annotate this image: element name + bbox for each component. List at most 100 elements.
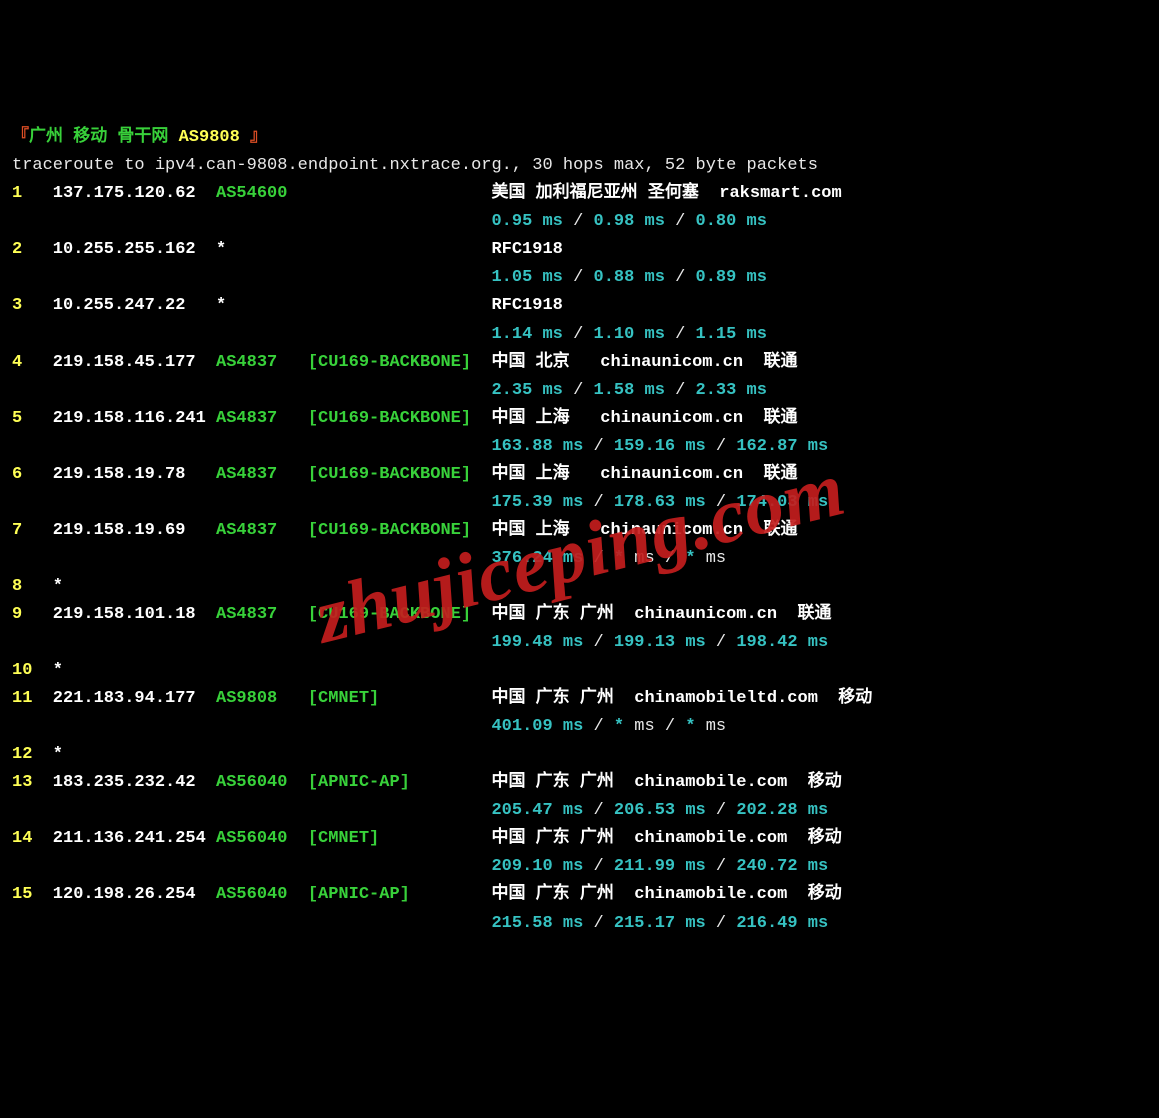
hop-location: 中国 上海 chinaunicom.cn 联通 <box>491 521 797 540</box>
hop-timeout-star: * <box>53 745 63 764</box>
timing-separator: / <box>583 493 614 512</box>
timing-separator: / <box>655 717 686 736</box>
hop-row: 9219.158.101.18AS4837[CU169-BACKBONE]中国 … <box>12 601 1147 629</box>
timing-value: 0.80 ms <box>696 212 767 231</box>
timing-separator: / <box>706 493 737 512</box>
hop-asn-star: * <box>216 292 308 320</box>
hop-timing-row: 163.88 ms / 159.16 ms / 162.87 ms <box>12 433 1147 461</box>
hop-network: [APNIC-AP] <box>308 881 492 909</box>
timing-separator: / <box>665 212 696 231</box>
timing-value: 1.05 ms <box>491 268 562 287</box>
hop-number: 15 <box>12 881 53 909</box>
hop-network: [CU169-BACKBONE] <box>308 517 492 545</box>
output-line: 『广州 移动 骨干网 AS9808 』 <box>12 124 1147 152</box>
timing-star: * <box>614 717 624 736</box>
title-part: 移动 <box>73 128 107 147</box>
hop-row: 210.255.255.162*RFC1918 <box>12 236 1147 264</box>
hop-network: [CU169-BACKBONE] <box>308 349 492 377</box>
timing-star: * <box>685 717 695 736</box>
hop-number: 6 <box>12 461 53 489</box>
timing-value: 0.95 ms <box>491 212 562 231</box>
hop-asn: AS54600 <box>216 180 308 208</box>
hop-location: 中国 北京 chinaunicom.cn 联通 <box>491 353 797 372</box>
timing-value: 215.17 ms <box>614 914 706 933</box>
hop-asn: AS56040 <box>216 881 308 909</box>
timing-value: 162.87 ms <box>736 437 828 456</box>
timing-value: 209.10 ms <box>491 857 583 876</box>
timing-separator: / <box>665 268 696 287</box>
hop-asn: AS9808 <box>216 685 308 713</box>
hop-timing-row: 209.10 ms / 211.99 ms / 240.72 ms <box>12 853 1147 881</box>
hop-ip: 211.136.241.254 <box>53 825 216 853</box>
timing-unit: ms <box>624 549 655 568</box>
timing-value: 216.49 ms <box>736 914 828 933</box>
hop-ip: 219.158.45.177 <box>53 349 216 377</box>
hop-row: 310.255.247.22*RFC1918 <box>12 292 1147 320</box>
hop-timing-row: 175.39 ms / 178.63 ms / 174.03 ms <box>12 489 1147 517</box>
timing-value: 2.35 ms <box>491 381 562 400</box>
hop-row: 14211.136.241.254AS56040[CMNET]中国 广东 广州 … <box>12 825 1147 853</box>
hop-row: 15120.198.26.254AS56040[APNIC-AP]中国 广东 广… <box>12 881 1147 909</box>
timing-separator: / <box>583 914 614 933</box>
timing-value: 0.98 ms <box>594 212 665 231</box>
timing-value: 205.47 ms <box>491 801 583 820</box>
hop-location: 中国 上海 chinaunicom.cn 联通 <box>491 409 797 428</box>
hop-asn: AS56040 <box>216 769 308 797</box>
timing-separator: / <box>583 437 614 456</box>
timing-separator: / <box>563 381 594 400</box>
timing-separator: / <box>706 914 737 933</box>
hop-asn: AS4837 <box>216 601 308 629</box>
timing-value: 1.15 ms <box>696 325 767 344</box>
timing-value: 1.10 ms <box>594 325 665 344</box>
hop-asn: AS56040 <box>216 825 308 853</box>
hop-number: 13 <box>12 769 53 797</box>
hop-asn: AS4837 <box>216 405 308 433</box>
timing-separator: / <box>665 381 696 400</box>
hop-ip: 137.175.120.62 <box>53 180 216 208</box>
hop-network: [APNIC-AP] <box>308 769 492 797</box>
timing-value: 215.58 ms <box>491 914 583 933</box>
hop-number: 7 <box>12 517 53 545</box>
hop-location: 中国 广东 广州 chinamobile.com 移动 <box>491 885 841 904</box>
hop-row: 6219.158.19.78AS4837[CU169-BACKBONE]中国 上… <box>12 461 1147 489</box>
hop-timeout-star: * <box>53 577 63 596</box>
timing-value: 1.58 ms <box>594 381 665 400</box>
traceroute-command: traceroute to ipv4.can-9808.endpoint.nxt… <box>12 156 818 175</box>
hop-number: 5 <box>12 405 53 433</box>
hop-number: 1 <box>12 180 53 208</box>
timing-value: 202.28 ms <box>736 801 828 820</box>
timing-value: 376.24 ms <box>491 549 583 568</box>
timing-star: * <box>685 549 695 568</box>
timing-separator: / <box>583 857 614 876</box>
hop-number: 9 <box>12 601 53 629</box>
hop-timing-row: 205.47 ms / 206.53 ms / 202.28 ms <box>12 797 1147 825</box>
hop-location: RFC1918 <box>491 296 562 315</box>
hop-location: 美国 加利福尼亚州 圣何塞 raksmart.com <box>491 184 841 203</box>
hop-ip: 10.255.247.22 <box>53 292 216 320</box>
hop-location: 中国 广东 广州 chinamobileltd.com 移动 <box>491 689 872 708</box>
hop-number: 14 <box>12 825 53 853</box>
timing-value: 240.72 ms <box>736 857 828 876</box>
hop-row: 11221.183.94.177AS9808[CMNET]中国 广东 广州 ch… <box>12 685 1147 713</box>
timing-separator: / <box>706 801 737 820</box>
hop-row: 13183.235.232.42AS56040[APNIC-AP]中国 广东 广… <box>12 769 1147 797</box>
timing-unit: ms <box>696 549 727 568</box>
timing-value: 2.33 ms <box>696 381 767 400</box>
timing-value: 211.99 ms <box>614 857 706 876</box>
hop-ip: 221.183.94.177 <box>53 685 216 713</box>
hop-number: 2 <box>12 236 53 264</box>
timing-value: 0.89 ms <box>696 268 767 287</box>
hop-timing-row: 0.95 ms / 0.98 ms / 0.80 ms <box>12 208 1147 236</box>
hop-row: 5219.158.116.241AS4837[CU169-BACKBONE]中国… <box>12 405 1147 433</box>
hop-ip: 219.158.19.78 <box>53 461 216 489</box>
timing-separator: / <box>665 325 696 344</box>
timing-value: 175.39 ms <box>491 493 583 512</box>
hop-row: 1137.175.120.62AS54600 美国 加利福尼亚州 圣何塞 raks… <box>12 180 1147 208</box>
hop-row: 7219.158.19.69AS4837[CU169-BACKBONE]中国 上… <box>12 517 1147 545</box>
timing-separator: / <box>563 212 594 231</box>
hop-ip: 219.158.116.241 <box>53 405 216 433</box>
timing-value: 163.88 ms <box>491 437 583 456</box>
timing-value: 1.14 ms <box>491 325 562 344</box>
hop-network: [CU169-BACKBONE] <box>308 461 492 489</box>
hop-number: 12 <box>12 741 53 769</box>
